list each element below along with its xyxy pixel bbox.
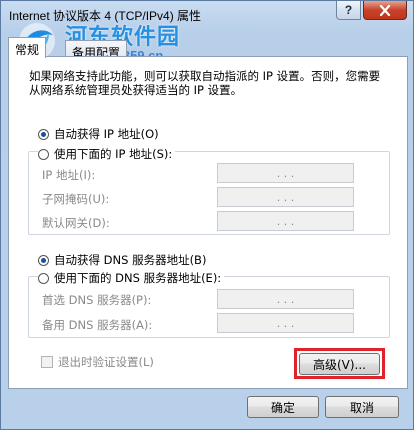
radio-unselected-icon <box>38 272 49 284</box>
ip-auto-label: 自动获得 IP 地址(O) <box>54 127 159 141</box>
subnet-mask-input[interactable]: . . . <box>217 187 354 207</box>
default-gateway-label: 默认网关(D): <box>42 216 110 230</box>
dns-auto-radio[interactable]: 自动获得 DNS 服务器地址(B) <box>38 252 206 268</box>
alternate-dns-input[interactable]: . . . <box>217 313 354 333</box>
ip-auto-radio[interactable]: 自动获得 IP 地址(O) <box>38 126 159 142</box>
ip-address-label: IP 地址(I): <box>42 168 96 182</box>
preferred-dns-label: 首选 DNS 服务器(P): <box>42 293 152 307</box>
preferred-dns-input[interactable]: . . . <box>217 289 354 309</box>
advanced-button[interactable]: 高级(V)... <box>299 353 380 375</box>
alternate-dns-label: 备用 DNS 服务器(A): <box>42 318 153 332</box>
close-button[interactable] <box>363 1 407 20</box>
ip-manual-radio[interactable]: 使用下面的 IP 地址(S): <box>38 146 176 162</box>
title-bar[interactable]: Internet 协议版本 4 (TCP/IPv4) 属性 ? <box>1 1 413 29</box>
validate-on-exit-label: 退出时验证设置(L) <box>58 355 154 369</box>
ip-address-input[interactable]: . . . <box>217 163 354 183</box>
help-button[interactable]: ? <box>336 1 361 20</box>
dns-auto-label: 自动获得 DNS 服务器地址(B) <box>54 253 207 267</box>
default-gateway-input[interactable]: . . . <box>217 211 354 231</box>
dns-manual-label: 使用下面的 DNS 服务器地址(E): <box>54 271 222 285</box>
validate-on-exit-checkbox[interactable]: 退出时验证设置(L) <box>41 354 154 370</box>
checkbox-unchecked-icon <box>41 356 53 368</box>
cancel-button[interactable]: 取消 <box>325 396 399 418</box>
ok-button[interactable]: 确定 <box>247 396 319 418</box>
tab-general[interactable]: 常规 <box>8 37 47 58</box>
close-icon <box>379 4 391 16</box>
subnet-mask-label: 子网掩码(U): <box>42 192 110 206</box>
radio-selected-icon <box>38 128 49 140</box>
description-text: 如果网络支持此功能，则可以获取自动指派的 IP 设置。否则，您需要从网络系统管理… <box>29 69 381 97</box>
ip-manual-label: 使用下面的 IP 地址(S): <box>54 147 173 161</box>
dns-manual-radio[interactable]: 使用下面的 DNS 服务器地址(E): <box>38 270 225 286</box>
properties-dialog: Internet 协议版本 4 (TCP/IPv4) 属性 ? 河东软件园 ww… <box>0 0 414 430</box>
radio-selected-icon <box>38 254 49 266</box>
radio-unselected-icon <box>38 148 49 160</box>
